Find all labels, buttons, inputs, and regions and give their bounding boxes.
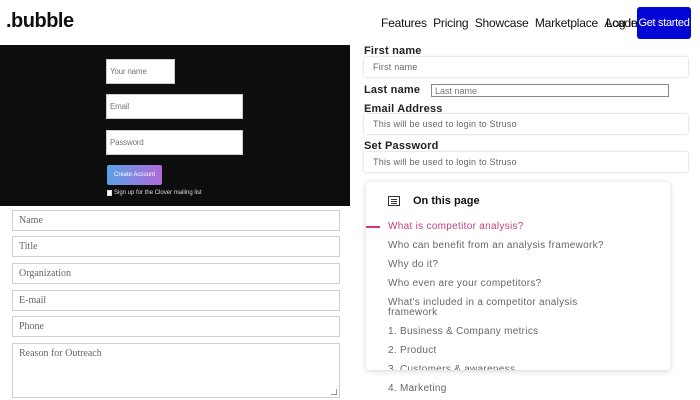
- toc-item-competitors[interactable]: Who even are your competitors?: [388, 279, 542, 289]
- top-nav: .bubble Features Pricing Showcase Market…: [0, 0, 700, 45]
- name-field[interactable]: Name: [12, 210, 340, 231]
- email-field[interactable]: E-mail: [12, 290, 340, 311]
- toc-item-included-cont[interactable]: framework: [388, 308, 437, 318]
- document-list-icon: [388, 196, 400, 206]
- your-name-input[interactable]: Your name: [106, 59, 175, 84]
- get-started-button[interactable]: Get started: [637, 7, 691, 39]
- email-address-input[interactable]: This will be used to login to Struso: [364, 114, 688, 134]
- mailing-list-option[interactable]: Sign up for the Clover mailing list: [107, 190, 202, 196]
- last-name-label: Last name: [364, 84, 421, 96]
- mailing-list-label: Sign up for the Clover mailing list: [114, 190, 202, 196]
- toc-heading: On this page: [413, 195, 480, 207]
- reason-textarea[interactable]: Reason for Outreach: [12, 343, 340, 398]
- first-name-label: First name: [364, 45, 422, 57]
- reason-placeholder: Reason for Outreach: [19, 348, 102, 359]
- bubble-logo[interactable]: .bubble: [6, 10, 74, 33]
- mailing-list-checkbox[interactable]: [107, 190, 112, 196]
- nav-link-marketplace[interactable]: Marketplace: [535, 16, 598, 30]
- organization-field[interactable]: Organization: [12, 263, 340, 284]
- nav-link-showcase[interactable]: Showcase: [475, 16, 529, 30]
- toc-item-business[interactable]: 1. Business & Company metrics: [388, 327, 538, 337]
- toc-item-why[interactable]: Why do it?: [388, 260, 438, 270]
- toc-item-what-is[interactable]: What is competitor analysis?: [388, 222, 524, 232]
- nav-link-features[interactable]: Features: [381, 16, 427, 30]
- toc-item-customers[interactable]: 3. Customers & awareness: [388, 365, 515, 370]
- password-input[interactable]: Password: [106, 130, 243, 155]
- dark-signup-panel: [0, 45, 350, 206]
- login-link[interactable]: Log in: [606, 16, 638, 30]
- toc-item-who-benefit[interactable]: Who can benefit from an analysis framewo…: [388, 241, 604, 251]
- last-name-input[interactable]: Last name: [431, 84, 669, 97]
- set-password-label: Set Password: [364, 140, 439, 152]
- nav-link-pricing[interactable]: Pricing: [433, 16, 468, 30]
- phone-field[interactable]: Phone: [12, 316, 340, 337]
- resize-handle-icon[interactable]: [331, 389, 337, 395]
- active-indicator: [366, 226, 380, 228]
- title-field[interactable]: Title: [12, 236, 340, 257]
- toc-item-product[interactable]: 2. Product: [388, 346, 437, 356]
- toc-card: On this page What is competitor analysis…: [366, 182, 670, 370]
- set-password-input[interactable]: This will be used to login to Struso: [364, 152, 688, 172]
- email-input[interactable]: Email: [106, 94, 243, 119]
- toc-item-marketing[interactable]: 4. Marketing: [388, 383, 447, 394]
- first-name-input[interactable]: First name: [364, 57, 688, 77]
- toc-header: On this page: [388, 195, 480, 207]
- create-account-button[interactable]: Create Account: [107, 165, 162, 185]
